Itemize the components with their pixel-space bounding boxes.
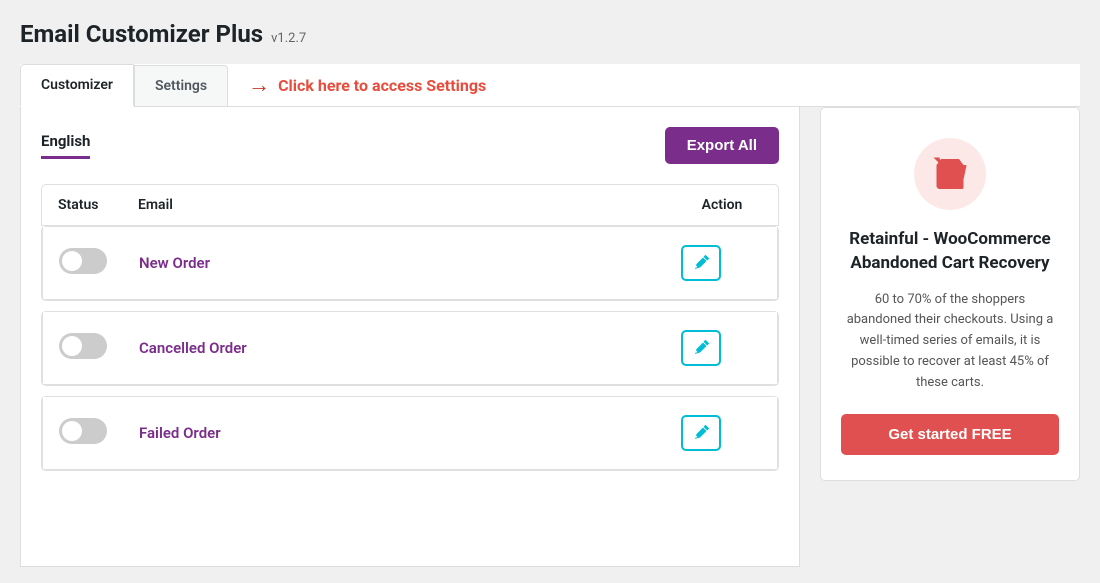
- settings-hint: → Click here to access Settings: [248, 72, 486, 98]
- toggle-thumb: [62, 251, 82, 271]
- toggle-cancelled-order[interactable]: [59, 333, 139, 363]
- col-header-status: Status: [58, 197, 138, 213]
- page-title: Email Customizer Plus: [20, 20, 263, 48]
- right-panel: Retainful - WooCommerce Abandoned Cart R…: [820, 107, 1080, 481]
- toggle-thumb: [62, 421, 82, 441]
- cart-icon-circle: [914, 138, 986, 210]
- toggle-track[interactable]: [59, 248, 107, 274]
- email-name-cancelled-order[interactable]: Cancelled Order: [139, 339, 681, 357]
- toggle-track[interactable]: [59, 418, 107, 444]
- cart-icon: [932, 156, 968, 192]
- tabs-bar: Customizer Settings → Click here to acce…: [20, 64, 1080, 107]
- table-row: Cancelled Order: [41, 311, 779, 386]
- toggle-switch-new-order[interactable]: [59, 248, 107, 274]
- pencil-icon: [693, 425, 709, 441]
- left-panel: English Export All Status Email Action: [20, 107, 800, 567]
- toggle-failed-order[interactable]: [59, 418, 139, 448]
- toggle-switch-cancelled-order[interactable]: [59, 333, 107, 359]
- pencil-icon: [693, 255, 709, 271]
- email-name-failed-order[interactable]: Failed Order: [139, 424, 681, 442]
- toggle-track[interactable]: [59, 333, 107, 359]
- get-started-button[interactable]: Get started FREE: [841, 414, 1059, 455]
- edit-button-new-order[interactable]: [681, 245, 721, 281]
- edit-action-failed-order: [681, 415, 761, 451]
- table-header: Status Email Action: [41, 184, 779, 226]
- edit-button-cancelled-order[interactable]: [681, 330, 721, 366]
- edit-button-failed-order[interactable]: [681, 415, 721, 451]
- tab-settings[interactable]: Settings: [134, 65, 228, 106]
- col-header-action: Action: [682, 197, 762, 213]
- toggle-new-order[interactable]: [59, 248, 139, 278]
- edit-action-cancelled-order: [681, 330, 761, 366]
- promo-description: 60 to 70% of the shoppers abandoned thei…: [841, 290, 1059, 394]
- arrow-icon: →: [248, 72, 270, 98]
- toggle-thumb: [62, 336, 82, 356]
- version-badge: v1.2.7: [271, 31, 306, 46]
- email-row-cancelled-order: Cancelled Order: [42, 312, 778, 385]
- col-header-email: Email: [138, 197, 682, 213]
- main-content: English Export All Status Email Action: [20, 107, 1080, 567]
- export-all-button[interactable]: Export All: [665, 127, 779, 164]
- edit-action-new-order: [681, 245, 761, 281]
- email-row-new-order: New Order: [42, 227, 778, 300]
- email-name-new-order[interactable]: New Order: [139, 254, 681, 272]
- language-tab[interactable]: English: [41, 132, 90, 159]
- pencil-icon: [693, 340, 709, 356]
- settings-hint-text[interactable]: Click here to access Settings: [278, 76, 486, 95]
- tab-customizer[interactable]: Customizer: [20, 64, 134, 107]
- promo-title: Retainful - WooCommerce Abandoned Cart R…: [841, 228, 1059, 276]
- toggle-switch-failed-order[interactable]: [59, 418, 107, 444]
- table-row: New Order: [41, 226, 779, 301]
- email-row-failed-order: Failed Order: [42, 397, 778, 470]
- table-row: Failed Order: [41, 396, 779, 471]
- lang-tab-row: English Export All: [41, 127, 779, 164]
